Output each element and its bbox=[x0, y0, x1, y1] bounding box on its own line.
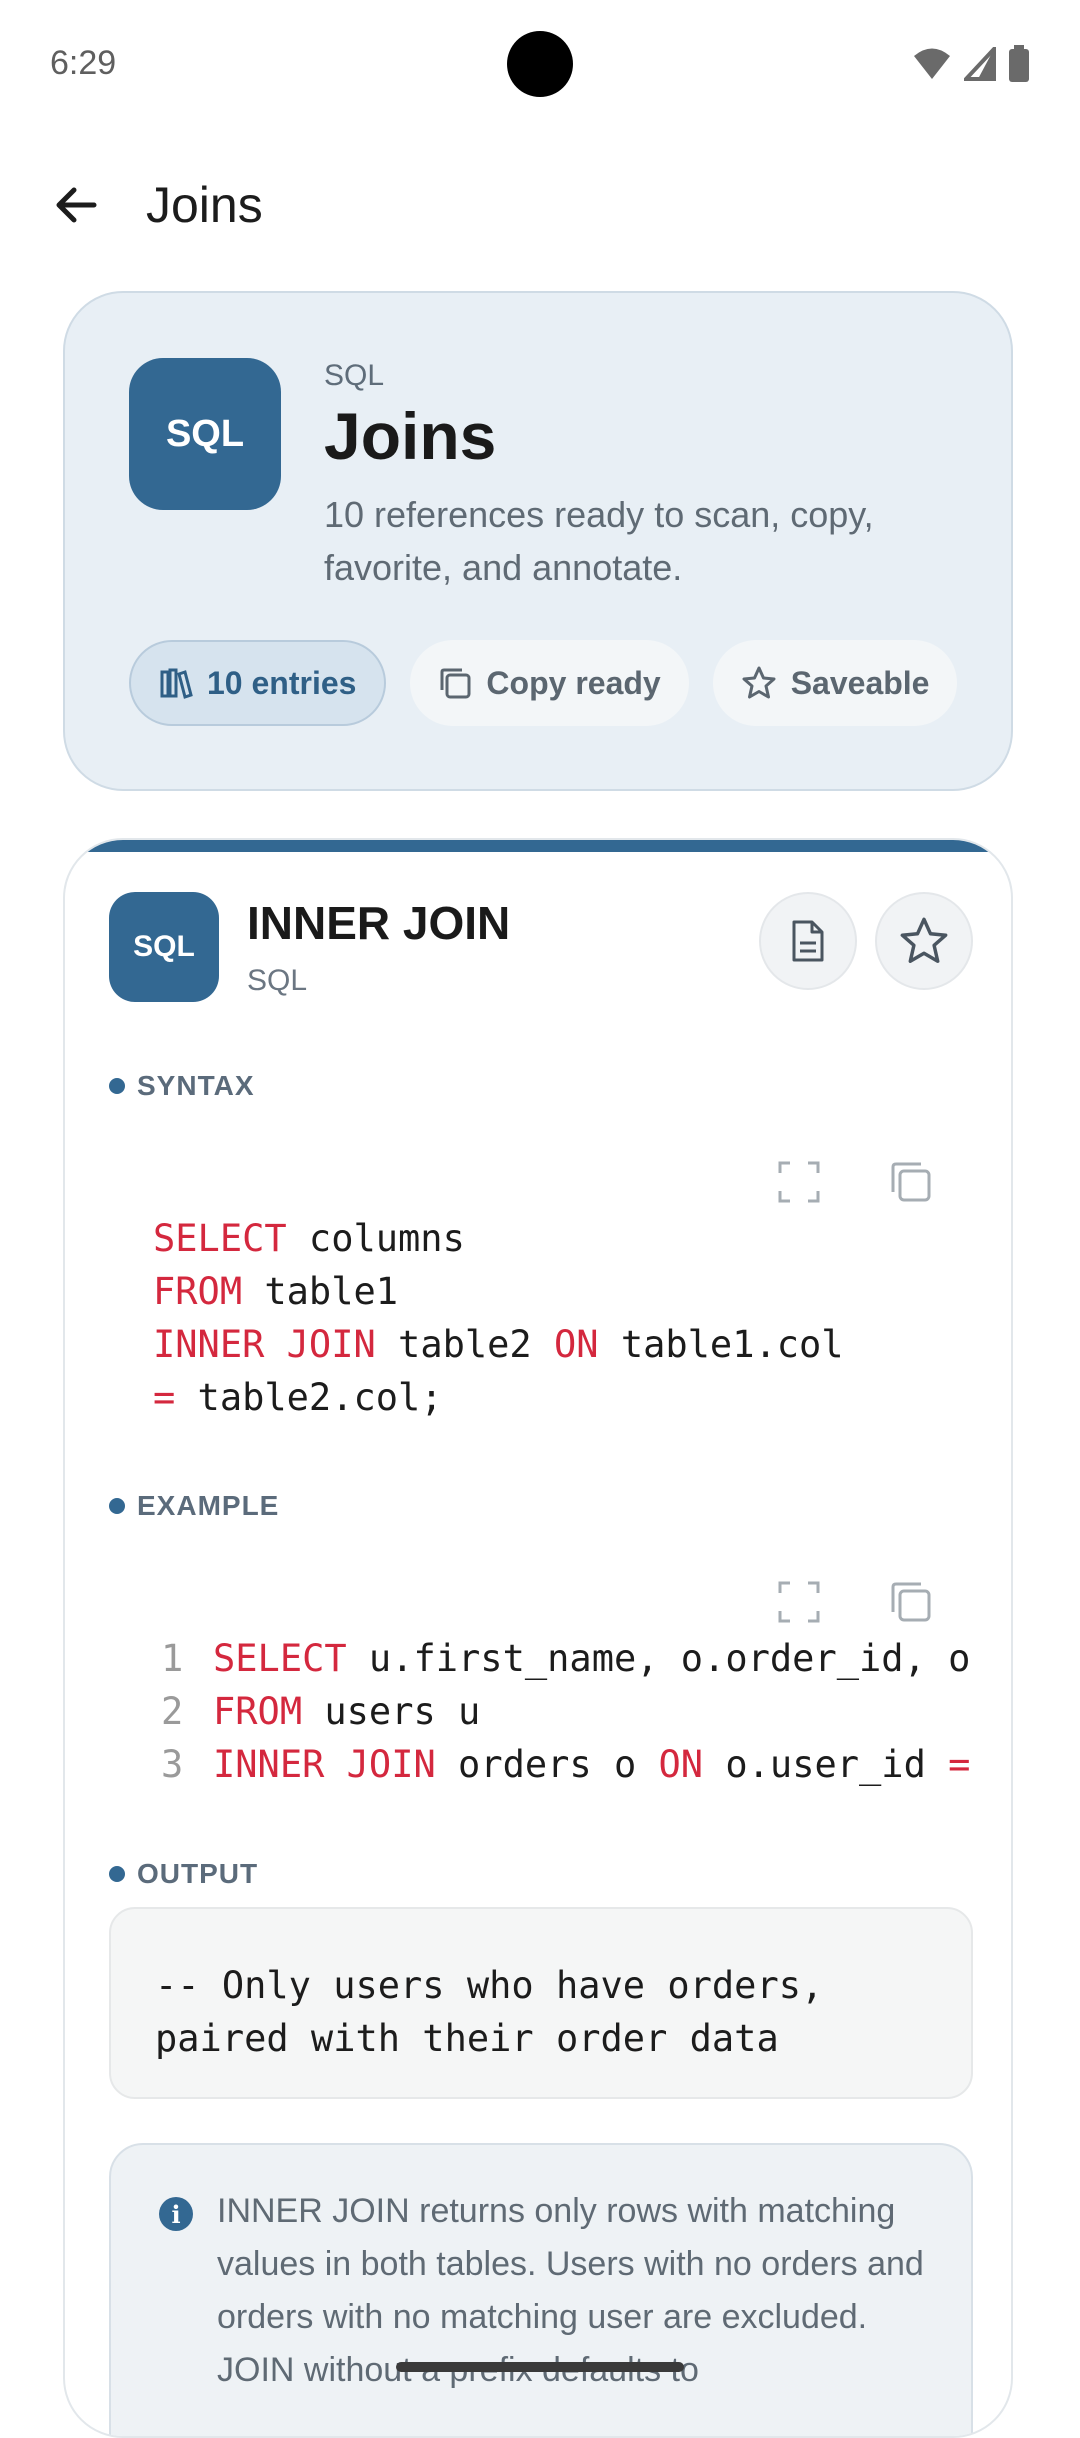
screen-title: Joins bbox=[146, 177, 263, 233]
wifi-icon bbox=[914, 48, 950, 79]
code-keyword: INNER JOIN bbox=[213, 1743, 436, 1786]
example-code-block: 1 SELECT u.first_name, o.order_id, o. 2 FR… bbox=[161, 1632, 977, 1791]
example-section-label: EXAMPLE bbox=[109, 1490, 279, 1522]
copy-code-icon[interactable] bbox=[889, 1160, 933, 1204]
output-box: -- Only users who have orders, paired wi… bbox=[109, 1907, 973, 2099]
syntax-code-block: SELECT columns FROM table1 INNER JOIN ta… bbox=[153, 1212, 844, 1424]
fullscreen-icon[interactable] bbox=[777, 1160, 821, 1204]
entries-chip-label: 10 entries bbox=[207, 664, 357, 701]
section-dot bbox=[109, 1078, 125, 1094]
example-label-text: EXAMPLE bbox=[137, 1490, 280, 1521]
line-number: 3 bbox=[161, 1743, 184, 1786]
gesture-navigation-bar[interactable] bbox=[396, 2362, 684, 2372]
battery-icon bbox=[1009, 45, 1029, 82]
output-text: -- Only users who have orders, paired wi… bbox=[155, 1964, 824, 2060]
info-note: i INNER JOIN returns only rows with matc… bbox=[109, 2143, 973, 2436]
code-text: table1.col bbox=[598, 1323, 844, 1366]
topic-title: Joins bbox=[324, 399, 497, 473]
favorite-button[interactable] bbox=[875, 892, 973, 990]
code-text: columns bbox=[286, 1217, 465, 1260]
saveable-chip[interactable]: Saveable bbox=[712, 640, 958, 726]
code-text: table2.col; bbox=[175, 1376, 443, 1419]
code-text: table1 bbox=[242, 1270, 399, 1313]
status-bar: 6:29 bbox=[0, 0, 1080, 130]
entry-language-badge: SQL bbox=[109, 892, 219, 1002]
code-text: o.user_id bbox=[703, 1743, 949, 1786]
code-keyword: INNER JOIN bbox=[153, 1323, 376, 1366]
copy-code-icon[interactable] bbox=[889, 1580, 933, 1624]
status-icons bbox=[912, 44, 1030, 84]
entry-card: SQL INNER JOIN SQL SYNTAX SELECT columns… bbox=[63, 838, 1013, 2438]
syntax-section-label: SYNTAX bbox=[109, 1070, 255, 1102]
output-section-label: OUTPUT bbox=[109, 1858, 258, 1890]
syntax-label-text: SYNTAX bbox=[137, 1070, 255, 1101]
code-keyword: = bbox=[153, 1376, 176, 1419]
front-camera bbox=[507, 31, 573, 97]
notes-button[interactable] bbox=[759, 892, 857, 990]
line-number: 1 bbox=[161, 1637, 184, 1680]
code-keyword: = bbox=[948, 1743, 971, 1786]
cellular-signal-icon bbox=[964, 47, 996, 81]
section-dot bbox=[109, 1498, 125, 1514]
copy-ready-chip[interactable]: Copy ready bbox=[410, 640, 689, 726]
copy-ready-chip-label: Copy ready bbox=[486, 664, 661, 701]
code-keyword: SELECT bbox=[153, 1217, 287, 1260]
topic-category: SQL bbox=[324, 359, 385, 392]
saveable-chip-label: Saveable bbox=[790, 664, 930, 701]
code-text: orders o bbox=[435, 1743, 659, 1786]
code-keyword: ON bbox=[553, 1323, 599, 1366]
line-number: 2 bbox=[161, 1690, 184, 1733]
star-outline-icon bbox=[900, 917, 948, 963]
status-time: 6:29 bbox=[50, 44, 117, 82]
fullscreen-icon[interactable] bbox=[777, 1580, 821, 1624]
entry-subtitle: SQL bbox=[247, 964, 308, 997]
code-text: u.first_name, o.order_id, o. bbox=[346, 1637, 977, 1680]
topic-description: 10 references ready to scan, copy, favor… bbox=[324, 494, 874, 588]
code-keyword: FROM bbox=[213, 1690, 303, 1733]
code-text: users u bbox=[302, 1690, 481, 1733]
language-badge: SQL bbox=[129, 358, 281, 510]
code-keyword: FROM bbox=[153, 1270, 243, 1313]
entry-accent-bar bbox=[65, 840, 1011, 852]
code-keyword: SELECT bbox=[213, 1637, 347, 1680]
app-bar: Joins bbox=[0, 150, 1080, 260]
entries-chip[interactable]: 10 entries bbox=[129, 640, 387, 726]
entry-title: INNER JOIN bbox=[247, 897, 511, 949]
section-dot bbox=[109, 1866, 125, 1882]
info-icon: i bbox=[159, 2197, 193, 2231]
copy-icon bbox=[440, 668, 471, 699]
code-keyword: ON bbox=[658, 1743, 704, 1786]
topic-header-card: SQL SQL Joins 10 references ready to sca… bbox=[63, 291, 1013, 791]
document-icon bbox=[792, 920, 824, 962]
topic-chips: 10 entries Copy ready Saveable bbox=[129, 640, 958, 726]
back-arrow-icon[interactable] bbox=[50, 180, 100, 230]
star-icon bbox=[742, 666, 776, 699]
library-icon bbox=[160, 668, 193, 699]
code-text: table2 bbox=[375, 1323, 554, 1366]
output-label-text: OUTPUT bbox=[137, 1858, 259, 1889]
